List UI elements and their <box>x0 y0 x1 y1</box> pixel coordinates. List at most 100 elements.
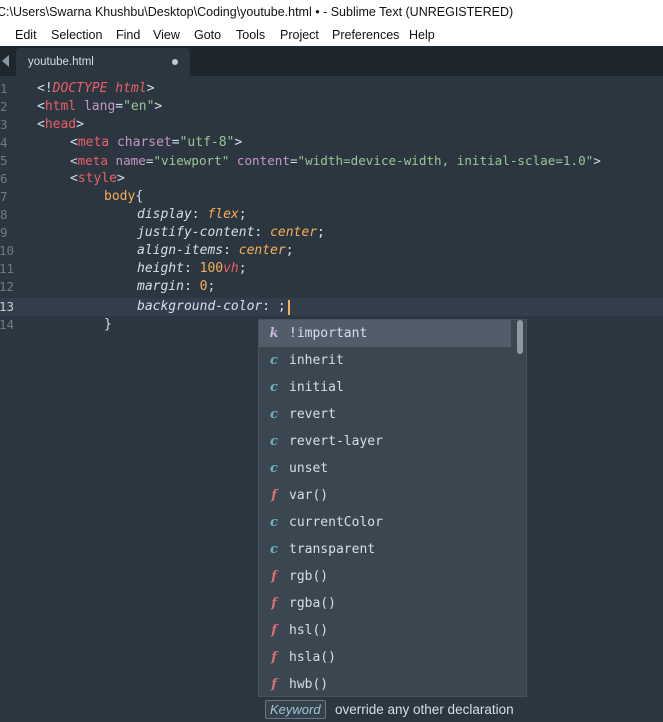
code-token: : <box>183 261 200 276</box>
code-token: vh <box>223 261 239 276</box>
menu-bar: Edit Selection Find View Goto Tools Proj… <box>0 24 663 46</box>
menu-edit[interactable]: Edit <box>15 24 37 46</box>
completion-kind-icon: f <box>271 596 277 611</box>
autocomplete-item-label: currentColor <box>289 515 383 530</box>
code-line: justify-content: center; <box>137 224 325 242</box>
code-token: flex <box>207 207 239 222</box>
code-token: < <box>70 153 78 168</box>
completion-kind-icon: f <box>271 650 277 665</box>
completion-kind-icon: c <box>270 461 278 476</box>
code-text[interactable]: <!DOCTYPE html> <html lang="en"> <head> … <box>0 76 663 346</box>
code-token: < <box>70 135 78 150</box>
code-token: < <box>37 117 45 132</box>
menu-tools[interactable]: Tools <box>236 24 265 46</box>
code-token: { <box>135 189 144 204</box>
autocomplete-item-label: rgb() <box>289 569 329 584</box>
code-token: center <box>270 225 318 240</box>
autocomplete-item[interactable]: f hsla() <box>259 644 511 671</box>
code-token: : <box>223 243 239 258</box>
autocomplete-item[interactable]: f hwb() <box>259 671 511 698</box>
code-token: 100 <box>199 261 224 276</box>
code-line: <!DOCTYPE html> <box>37 80 154 98</box>
code-token: = <box>289 153 298 168</box>
autocomplete-item[interactable]: f rgb() <box>259 563 511 590</box>
code-token: charset <box>109 135 172 150</box>
autocomplete-item[interactable]: c inherit <box>259 347 511 374</box>
autocomplete-item-label: transparent <box>289 542 376 557</box>
autocomplete-item-label: inherit <box>289 353 344 368</box>
autocomplete-item[interactable]: f rgba() <box>259 590 511 617</box>
autocomplete-item-label: hwb() <box>289 677 329 692</box>
autocomplete-item-label: unset <box>289 461 329 476</box>
code-token: "utf-8" <box>179 135 235 150</box>
code-token: "width=device-width, initial-sclae=1.0" <box>297 153 594 168</box>
code-line: margin: 0; <box>137 278 215 296</box>
code-token: } <box>104 317 112 332</box>
code-token: DOCTYPE html <box>52 81 147 96</box>
code-token: center <box>238 243 286 258</box>
code-token: = <box>171 135 180 150</box>
code-token: <! <box>37 81 53 96</box>
completion-kind-icon: f <box>271 569 277 584</box>
code-token: < <box>37 99 45 114</box>
autocomplete-item-label: revert <box>289 407 336 422</box>
autocomplete-item[interactable]: c initial <box>259 374 511 401</box>
autocomplete-item[interactable]: c transparent <box>259 536 511 563</box>
code-token: align-items <box>137 243 224 258</box>
autocomplete-item[interactable]: f hsl() <box>259 617 511 644</box>
autocomplete-item-label: hsla() <box>289 650 336 665</box>
completion-kind-icon: c <box>270 542 278 557</box>
autocomplete-item-label: revert-layer <box>289 434 383 449</box>
code-token: > <box>146 81 155 96</box>
completion-description: override any other declaration <box>335 702 514 717</box>
code-token: > <box>76 117 84 132</box>
tab-bar: youtube.html <box>0 46 663 76</box>
code-token: ; <box>238 207 247 222</box>
code-token: background-color <box>137 299 263 314</box>
completion-kind-label[interactable]: Keyword <box>265 700 326 719</box>
code-token: < <box>70 171 78 186</box>
menu-view[interactable]: View <box>153 24 180 46</box>
code-token: > <box>154 99 163 114</box>
code-line: height: 100vh; <box>137 260 247 278</box>
code-token: ; <box>285 243 294 258</box>
completion-kind-icon: k <box>269 326 279 341</box>
code-token: ; <box>207 279 216 294</box>
code-line: background-color: ; <box>137 298 286 316</box>
autocomplete-item[interactable]: c revert <box>259 401 511 428</box>
code-line: <html lang="en"> <box>37 98 162 116</box>
menu-project[interactable]: Project <box>280 24 319 46</box>
tab-scroll-left-icon[interactable] <box>2 55 9 67</box>
code-line: <style> <box>70 170 125 188</box>
code-token: "en" <box>123 99 155 114</box>
completion-kind-icon: c <box>270 515 278 530</box>
autocomplete-item-label: var() <box>289 488 329 503</box>
autocomplete-footer: Keyword override any other declaration <box>258 697 548 719</box>
autocomplete-item-label: rgba() <box>289 596 336 611</box>
autocomplete-item[interactable]: c revert-layer <box>259 428 511 455</box>
tab-youtube-html[interactable]: youtube.html <box>16 48 190 76</box>
autocomplete-item[interactable]: c unset <box>259 455 511 482</box>
code-line: display: flex; <box>137 206 247 224</box>
autocomplete-item[interactable]: c currentColor <box>259 509 511 536</box>
window-title: C:\Users\Swarna Khushbu\Desktop\Coding\y… <box>0 5 514 19</box>
code-token: html <box>44 99 77 114</box>
autocomplete-item[interactable]: k !important <box>259 320 511 347</box>
code-line: <head> <box>37 116 84 134</box>
code-token: "viewport" <box>153 153 230 168</box>
autocomplete-item[interactable]: f var() <box>259 482 511 509</box>
code-token: margin <box>137 279 184 294</box>
code-token: body <box>104 189 136 204</box>
autocomplete-popup[interactable]: k !important c inherit c initial c revert c rever… <box>258 319 527 697</box>
autocomplete-scrollbar[interactable] <box>517 320 523 354</box>
menu-goto[interactable]: Goto <box>194 24 221 46</box>
menu-selection[interactable]: Selection <box>51 24 102 46</box>
window-title-bar: C:\Users\Swarna Khushbu\Desktop\Coding\y… <box>0 0 663 24</box>
completion-kind-icon: c <box>270 434 278 449</box>
unsaved-dot-icon[interactable] <box>172 59 178 65</box>
menu-preferences[interactable]: Preferences <box>332 24 399 46</box>
completion-kind-icon: f <box>271 677 277 692</box>
menu-find[interactable]: Find <box>116 24 140 46</box>
menu-help[interactable]: Help <box>409 24 435 46</box>
code-token: : <box>262 299 278 314</box>
